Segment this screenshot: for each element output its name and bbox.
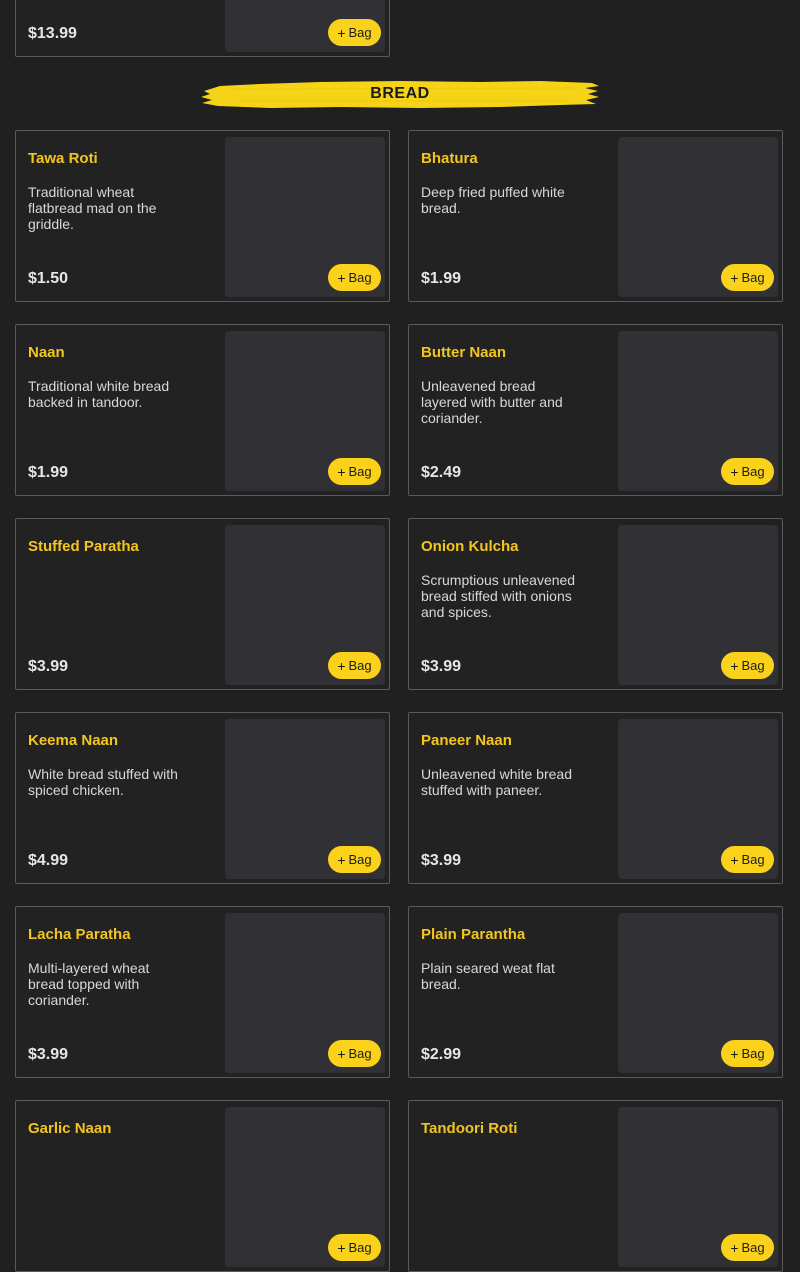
item-description: White bread stuffed with spiced chicken. [28,766,178,798]
item-price: $1.99 [28,464,69,481]
add-to-bag-button[interactable]: + Bag [328,1234,381,1261]
item-name: Stuffed Paratha [28,538,139,555]
add-to-bag-button[interactable]: + Bag [721,846,774,873]
item-price: $13.99 [28,25,77,42]
item-price: $3.99 [421,658,462,675]
item-name: Bhatura [421,150,478,167]
add-to-bag-label: Bag [348,658,372,673]
menu-item-card: Garlic Naan + Bag [15,1100,390,1272]
item-description: Traditional white bread backed in tandoo… [28,378,170,410]
menu-item-card: Naan Traditional white bread backed in ta… [15,324,390,496]
item-name: Naan [28,344,65,361]
plus-icon: + [730,1045,739,1062]
add-to-bag-button[interactable]: + Bag [328,19,381,46]
item-name: Plain Parantha [421,926,526,943]
add-to-bag-label: Bag [348,1046,372,1061]
item-description: Unleavened bread layered with butter and… [421,378,563,426]
add-to-bag-label: Bag [741,658,765,673]
menu-item-card: Keema Naan White bread stuffed with spice… [15,712,390,884]
item-price: $2.99 [421,1046,462,1063]
menu-item-card: Paneer Naan Unleavened white bread stuffe… [408,712,783,884]
plus-icon: + [337,24,346,41]
add-to-bag-label: Bag [741,1240,765,1255]
plus-icon: + [730,1239,739,1256]
item-name: Onion Kulcha [421,538,519,555]
item-price: $2.49 [421,464,462,481]
plus-icon: + [337,1239,346,1256]
add-to-bag-button[interactable]: + Bag [328,652,381,679]
item-price: $3.99 [28,1046,69,1063]
plus-icon: + [337,269,346,286]
plus-icon: + [337,463,346,480]
item-name: Keema Naan [28,732,119,749]
plus-icon: + [730,851,739,868]
menu-item-card: Plain Parantha Plain seared weat flat bre… [408,906,783,1078]
menu-item-card: Butter Naan Unleavened bread layered with… [408,324,783,496]
item-description: Scrumptious unleavened bread stiffed wit… [421,572,576,620]
add-to-bag-label: Bag [348,852,372,867]
menu-item-card: Stuffed Paratha $3.99 + Bag [15,518,390,690]
section-title: BREAD [370,85,430,102]
add-to-bag-button[interactable]: + Bag [328,1040,381,1067]
item-description: Multi-layered wheat bread topped with co… [28,960,150,1008]
menu-item-card: $13.99 + Bag [15,0,390,57]
item-name: Tandoori Roti [421,1120,518,1137]
menu-item-card: Tandoori Roti + Bag [408,1100,783,1272]
menu-item-card: Lacha Paratha Multi-layered wheat bread t… [15,906,390,1078]
item-name: Paneer Naan [421,732,512,749]
item-price: $3.99 [421,852,462,869]
add-to-bag-label: Bag [741,852,765,867]
add-to-bag-button[interactable]: + Bag [721,1040,774,1067]
item-name: Tawa Roti [28,150,98,167]
plus-icon: + [337,657,346,674]
add-to-bag-label: Bag [348,464,372,479]
add-to-bag-button[interactable]: + Bag [328,846,381,873]
add-to-bag-label: Bag [741,464,765,479]
add-to-bag-button[interactable]: + Bag [328,458,381,485]
item-name: Butter Naan [421,344,507,361]
item-description: Deep fried puffed white bread. [421,184,565,216]
add-to-bag-label: Bag [348,1240,372,1255]
add-to-bag-label: Bag [741,270,765,285]
section-header: BREAD [200,77,600,111]
item-description: Plain seared weat flat bread. [421,960,555,992]
add-to-bag-button[interactable]: + Bag [721,652,774,679]
item-name: Garlic Naan [28,1120,112,1137]
add-to-bag-button[interactable]: + Bag [721,264,774,291]
add-to-bag-button[interactable]: + Bag [721,1234,774,1261]
add-to-bag-button[interactable]: + Bag [328,264,381,291]
plus-icon: + [730,269,739,286]
plus-icon: + [337,851,346,868]
item-name: Lacha Paratha [28,926,131,943]
plus-icon: + [730,463,739,480]
plus-icon: + [337,1045,346,1062]
item-price: $4.99 [28,852,69,869]
menu-item-card: Onion Kulcha Scrumptious unleavened bread… [408,518,783,690]
plus-icon: + [730,657,739,674]
menu-item-card: Bhatura Deep fried puffed white bread. $1.… [408,130,783,302]
item-description: Traditional wheat flatbread mad on the g… [28,184,157,232]
item-description: Unleavened white bread stuffed with pane… [421,766,572,798]
item-price: $3.99 [28,658,69,675]
add-to-bag-label: Bag [348,270,372,285]
menu-item-card: Tawa Roti Traditional wheat flatbread mad… [15,130,390,302]
item-price: $1.50 [28,270,69,287]
add-to-bag-button[interactable]: + Bag [721,458,774,485]
item-price: $1.99 [421,270,462,287]
add-to-bag-label: Bag [348,25,372,40]
add-to-bag-label: Bag [741,1046,765,1061]
